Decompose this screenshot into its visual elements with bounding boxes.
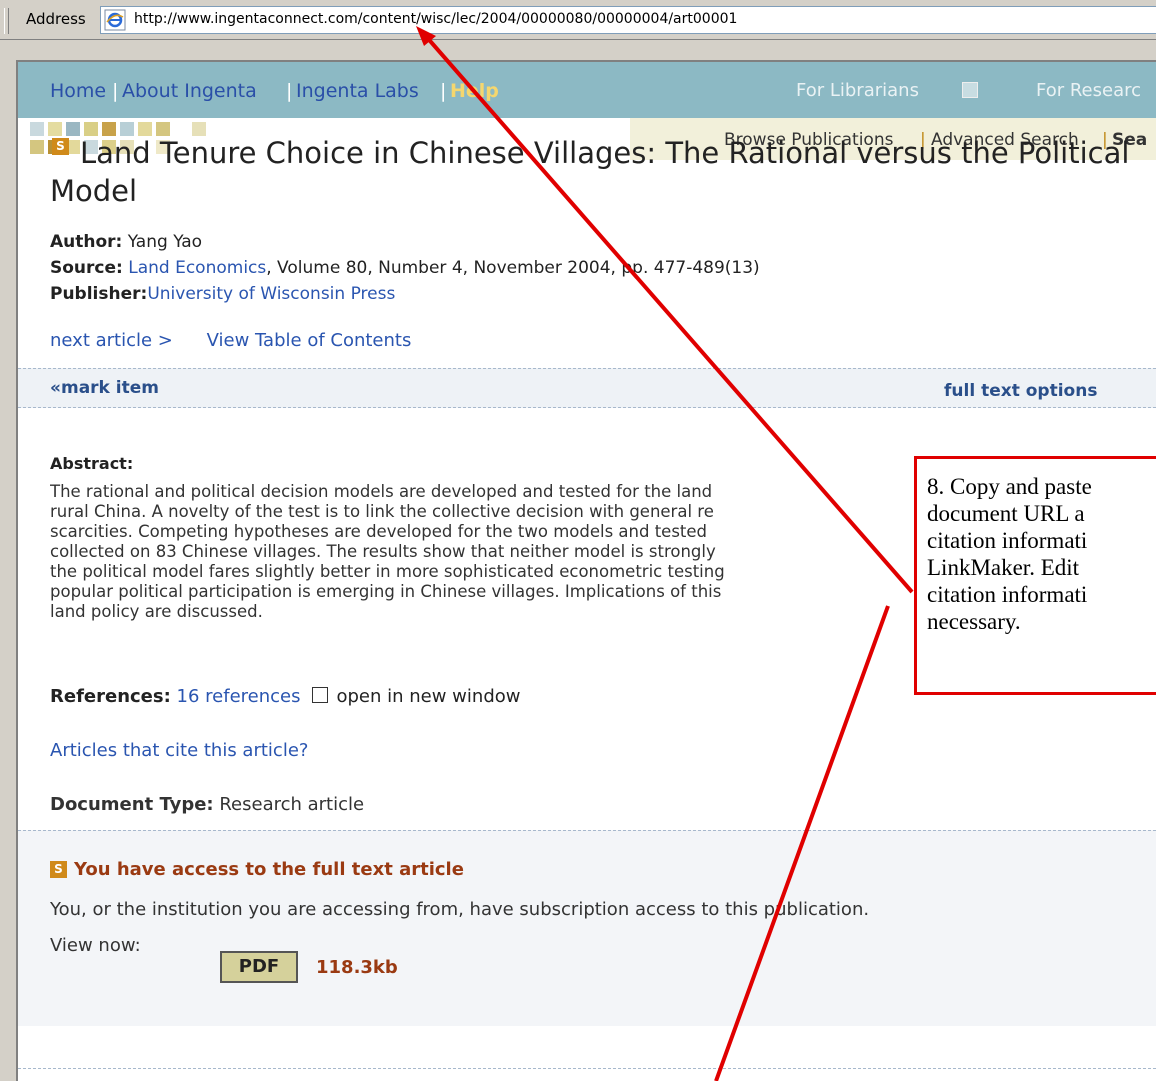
ie-page-icon bbox=[104, 9, 126, 31]
open-new-window-checkbox[interactable] bbox=[312, 687, 329, 703]
abstract-line: rural China. A novelty of the test is to… bbox=[50, 502, 714, 521]
abstract-line: collected on 83 Chinese villages. The re… bbox=[50, 542, 716, 561]
author-label: Author: bbox=[50, 232, 123, 252]
nav-home[interactable]: Home bbox=[50, 80, 106, 102]
callout-line: LinkMaker. Edit bbox=[927, 555, 1080, 580]
callout-line: document URL a bbox=[927, 501, 1085, 526]
references-label: References: bbox=[50, 686, 171, 707]
view-now-label: View now: bbox=[50, 935, 141, 956]
source-line: Source: Land Economics, Volume 80, Numbe… bbox=[50, 258, 760, 278]
source-journal-link[interactable]: Land Economics bbox=[128, 258, 266, 278]
author-line: Author: Yang Yao bbox=[50, 232, 202, 252]
nav-for-librarians[interactable]: For Librarians bbox=[796, 80, 919, 101]
doctype-value: Research article bbox=[219, 794, 365, 815]
abstract-text: The rational and political decision mode… bbox=[50, 482, 910, 622]
pdf-size[interactable]: 118.3kb bbox=[316, 957, 398, 978]
references-line: References: 16 references open in new win… bbox=[50, 686, 520, 707]
abstract-line: scarcities. Competing hypotheses are dev… bbox=[50, 522, 708, 541]
options-bar: «mark item full text options bbox=[18, 368, 1156, 408]
subscription-icon: S bbox=[50, 861, 67, 878]
address-label: Address bbox=[26, 10, 86, 28]
article-title: Land Tenure Choice in Chinese Villages: … bbox=[50, 136, 1130, 208]
open-new-window-label: open in new window bbox=[336, 686, 521, 707]
top-nav: Home | About Ingenta | Ingenta Labs | He… bbox=[18, 62, 1156, 118]
nav-separator: | bbox=[440, 80, 447, 102]
author-name: Yang Yao bbox=[127, 232, 203, 252]
source-details: , Volume 80, Number 4, November 2004, pp… bbox=[266, 258, 760, 278]
address-bar: Address http://www.ingentaconnect.com/co… bbox=[0, 0, 1156, 40]
nav-help[interactable]: Help bbox=[450, 80, 499, 102]
toolbar-grip[interactable] bbox=[4, 8, 9, 34]
callout-line: necessary. bbox=[927, 609, 1021, 634]
abstract-line: the political model fares slightly bette… bbox=[50, 562, 725, 581]
publisher-label: Publisher: bbox=[50, 284, 148, 304]
next-article-link[interactable]: next article > bbox=[50, 330, 173, 351]
nav-for-researchers[interactable]: For Researc bbox=[1036, 80, 1141, 101]
mark-item-label: mark item bbox=[60, 378, 159, 398]
pdf-button[interactable]: PDF bbox=[220, 951, 298, 983]
references-link[interactable]: 16 references bbox=[177, 686, 301, 707]
full-text-options-link[interactable]: full text options bbox=[944, 381, 1097, 401]
articles-cite-link[interactable]: Articles that cite this article? bbox=[50, 740, 308, 761]
callout-line: citation informati bbox=[927, 582, 1088, 607]
mark-item-link[interactable]: «mark item bbox=[50, 378, 159, 398]
callout-line: 8. Copy and paste bbox=[927, 474, 1092, 499]
doctype-label: Document Type: bbox=[50, 794, 214, 815]
annotation-callout: 8. Copy and paste document URL a citatio… bbox=[914, 456, 1156, 695]
document-type-line: Document Type: Research article bbox=[50, 794, 364, 815]
article-nav: next article > View Table of Contents bbox=[50, 330, 411, 351]
access-panel: S You have access to the full text artic… bbox=[18, 830, 1156, 1026]
callout-line: citation informati bbox=[927, 528, 1088, 553]
abstract-line: The rational and political decision mode… bbox=[50, 482, 713, 501]
nav-about[interactable]: About Ingenta bbox=[122, 80, 257, 102]
nav-separator: | bbox=[112, 80, 119, 102]
access-title: You have access to the full text article bbox=[74, 859, 464, 880]
source-label: Source: bbox=[50, 258, 123, 278]
bottom-divider bbox=[18, 1068, 1156, 1069]
publisher-link[interactable]: University of Wisconsin Press bbox=[147, 284, 395, 304]
view-toc-link[interactable]: View Table of Contents bbox=[207, 330, 412, 351]
nav-separator: | bbox=[286, 80, 293, 102]
address-url[interactable]: http://www.ingentaconnect.com/content/wi… bbox=[134, 11, 737, 27]
nav-labs[interactable]: Ingenta Labs bbox=[296, 80, 419, 102]
access-text: You, or the institution you are accessin… bbox=[50, 899, 870, 920]
abstract-line: land policy are discussed. bbox=[50, 602, 263, 621]
abstract-label: Abstract: bbox=[50, 454, 134, 473]
callout-text: 8. Copy and paste document URL a citatio… bbox=[927, 473, 1156, 635]
publisher-line: Publisher:University of Wisconsin Press bbox=[50, 284, 395, 304]
dropdown-icon[interactable] bbox=[962, 82, 978, 98]
abstract-line: popular political participation is emerg… bbox=[50, 582, 722, 601]
